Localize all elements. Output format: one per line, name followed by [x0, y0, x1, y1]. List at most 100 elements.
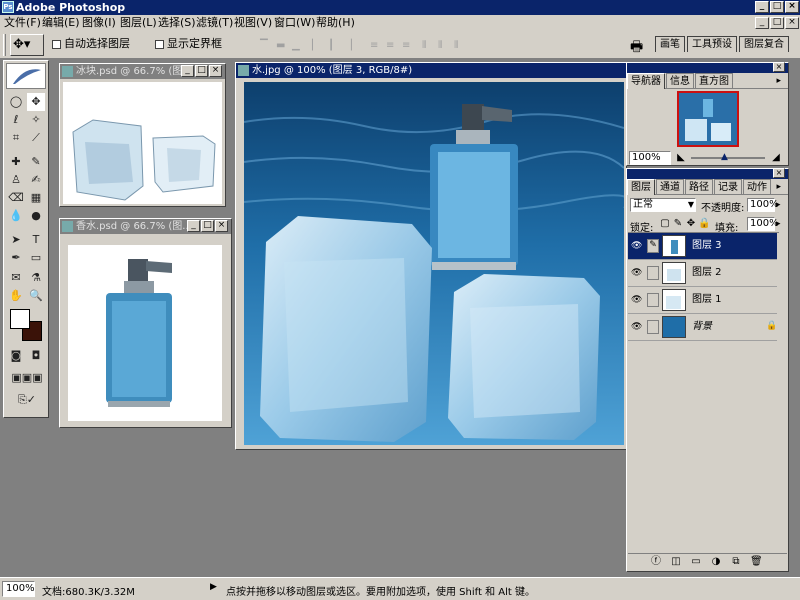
crop-tool-icon[interactable]: ⌗ [7, 129, 25, 147]
auto-select-checkbox[interactable] [52, 39, 61, 49]
doc-close-button[interactable]: × [785, 17, 799, 29]
distribute-right-icon[interactable]: ⦀ [454, 40, 466, 52]
layer-row-2[interactable]: 👁 图层 2 [628, 260, 777, 287]
ice-document-window[interactable]: 冰块.psd @ 66.7% (图... _ □ × [59, 63, 226, 207]
clone-stamp-icon[interactable]: ♙ [7, 171, 25, 189]
tab-navigator[interactable]: 导航器 [627, 73, 665, 89]
eraser-tool-icon[interactable]: ⌫ [7, 189, 25, 207]
tab-channels[interactable]: 通道 [656, 179, 684, 195]
perfume-minimize-button[interactable]: _ [187, 220, 200, 232]
lasso-tool-icon[interactable]: ℓ [7, 111, 25, 129]
new-group-icon[interactable]: ▭ [690, 556, 702, 568]
screen-mode-icon[interactable]: ▣▣▣ [7, 369, 47, 387]
ice-maximize-button[interactable]: □ [195, 65, 208, 77]
new-layer-icon[interactable]: ⧉ [730, 556, 742, 568]
blend-mode-select[interactable]: 正常 ▼ [630, 198, 696, 212]
status-arrow-icon[interactable]: ▶ [210, 582, 217, 592]
gradient-tool-icon[interactable]: ▦ [27, 189, 45, 207]
slice-tool-icon[interactable]: ⟋ [27, 129, 45, 147]
fill-arrow-icon[interactable]: ▸ [776, 219, 781, 229]
ice-document-titlebar[interactable]: 冰块.psd @ 66.7% (图... _ □ × [60, 64, 225, 79]
distribute-vcenter-icon[interactable]: ≡ [386, 40, 398, 52]
layers-panel-header[interactable]: × [627, 168, 788, 179]
ice-minimize-button[interactable]: _ [181, 65, 194, 77]
link-cell[interactable] [647, 293, 659, 307]
ice-canvas[interactable] [63, 82, 222, 204]
link-cell[interactable] [647, 266, 659, 280]
maximize-button[interactable]: □ [770, 1, 784, 13]
tab-actions[interactable]: 动作 [743, 179, 771, 195]
water-document-window[interactable]: 水.jpg @ 100% (图层 3, RGB/8#) [235, 62, 627, 450]
layer-mask-icon[interactable]: ◫ [670, 556, 682, 568]
brush-tool-icon[interactable]: ✎ [27, 153, 45, 171]
auto-select-option[interactable]: 自动选择图层 [52, 38, 130, 50]
quick-mask-icon[interactable]: ◘ [27, 347, 45, 365]
ice-close-button[interactable]: × [209, 65, 222, 77]
navigator-preview[interactable] [677, 91, 739, 147]
menu-layer[interactable]: 图层(L) [120, 16, 157, 30]
align-right-icon[interactable]: ▕ [344, 40, 356, 52]
tab-paths[interactable]: 路径 [685, 179, 713, 195]
opacity-field[interactable]: 100% [747, 198, 779, 212]
foreground-color-swatch[interactable] [10, 309, 30, 329]
menu-filter[interactable]: 滤镜(T) [196, 16, 233, 30]
eye-icon[interactable]: 👁 [631, 294, 643, 306]
tab-layers[interactable]: 图层 [627, 179, 655, 195]
water-document-titlebar[interactable]: 水.jpg @ 100% (图层 3, RGB/8#) [236, 63, 626, 78]
zoom-tool-icon[interactable]: 🔍 [27, 287, 45, 305]
lock-transparency-icon[interactable]: ▢ [659, 218, 671, 230]
navigator-zoom-field[interactable]: 100% [629, 151, 671, 165]
align-hcenter-icon[interactable]: ┃ [328, 40, 340, 52]
history-brush-icon[interactable]: ✍ [27, 171, 45, 189]
status-zoom-field[interactable]: 100% [2, 581, 35, 597]
move-tool-button-icon[interactable]: ✥ [27, 93, 45, 111]
navigator-zoom-slider[interactable] [691, 157, 765, 159]
layer-row-3[interactable]: 👁 ✎ 图层 3 [628, 233, 777, 260]
dodge-tool-icon[interactable]: ● [27, 207, 45, 225]
minimize-button[interactable]: _ [755, 1, 769, 13]
hand-tool-icon[interactable]: ✋ [7, 287, 25, 305]
palette-tab-brushes[interactable]: 画笔 [655, 36, 685, 52]
jump-to-imageready-icon[interactable]: ⎘✓ [7, 391, 47, 409]
distribute-top-icon[interactable]: ≡ [370, 40, 382, 52]
zoom-in-icon[interactable]: ◢ [770, 152, 782, 164]
brush-icon[interactable]: ✎ [647, 239, 659, 253]
perfume-document-window[interactable]: 香水.psd @ 66.7% (图... _ □ × [59, 218, 232, 428]
menu-file[interactable]: 文件(F) [4, 16, 41, 30]
healing-brush-icon[interactable]: ✚ [7, 153, 25, 171]
layer-row-background[interactable]: 👁 背景 🔒 [628, 314, 777, 341]
zoom-slider-thumb[interactable]: ▲ [721, 152, 728, 162]
close-button[interactable]: × [785, 1, 799, 13]
perfume-document-titlebar[interactable]: 香水.psd @ 66.7% (图... _ □ × [60, 219, 231, 234]
distribute-bottom-icon[interactable]: ≡ [402, 40, 414, 52]
water-canvas[interactable] [244, 82, 624, 445]
eye-icon[interactable]: 👁 [631, 240, 643, 252]
options-grip[interactable] [3, 34, 6, 56]
show-bounds-checkbox[interactable] [155, 39, 164, 49]
magic-wand-icon[interactable]: ✧ [27, 111, 45, 129]
navigator-panel-header[interactable]: × [627, 62, 788, 73]
align-top-icon[interactable]: ▔ [260, 40, 272, 52]
lock-all-icon[interactable]: 🔒 [698, 218, 710, 230]
path-selection-icon[interactable]: ➤ [7, 231, 25, 249]
menu-view[interactable]: 视图(V) [234, 16, 272, 30]
notes-tool-icon[interactable]: ✉ [7, 269, 25, 287]
menu-edit[interactable]: 编辑(E) [42, 16, 80, 30]
navigator-close-button[interactable]: × [773, 62, 785, 72]
layers-menu-icon[interactable]: ▸ [773, 180, 784, 195]
pen-tool-icon[interactable]: ✒ [7, 249, 25, 267]
distribute-left-icon[interactable]: ⦀ [422, 40, 434, 52]
adjustment-layer-icon[interactable]: ◑ [710, 556, 722, 568]
eye-icon[interactable]: 👁 [631, 321, 643, 333]
menu-window[interactable]: 窗口(W) [274, 16, 315, 30]
layer-row-1[interactable]: 👁 图层 1 [628, 287, 777, 314]
navigator-menu-icon[interactable]: ▸ [773, 74, 784, 89]
distribute-hcenter-icon[interactable]: ⦀ [438, 40, 450, 52]
eyedropper-icon[interactable]: ⚗ [27, 269, 45, 287]
align-left-icon[interactable]: ▏ [312, 40, 324, 52]
show-bounds-option[interactable]: 显示定界框 [155, 38, 222, 50]
lock-pixels-icon[interactable]: ✎ [672, 218, 684, 230]
palette-tab-layer-comps[interactable]: 图层复合 [739, 36, 789, 52]
layers-close-button[interactable]: × [773, 168, 785, 178]
zoom-out-icon[interactable]: ◣ [675, 152, 687, 164]
